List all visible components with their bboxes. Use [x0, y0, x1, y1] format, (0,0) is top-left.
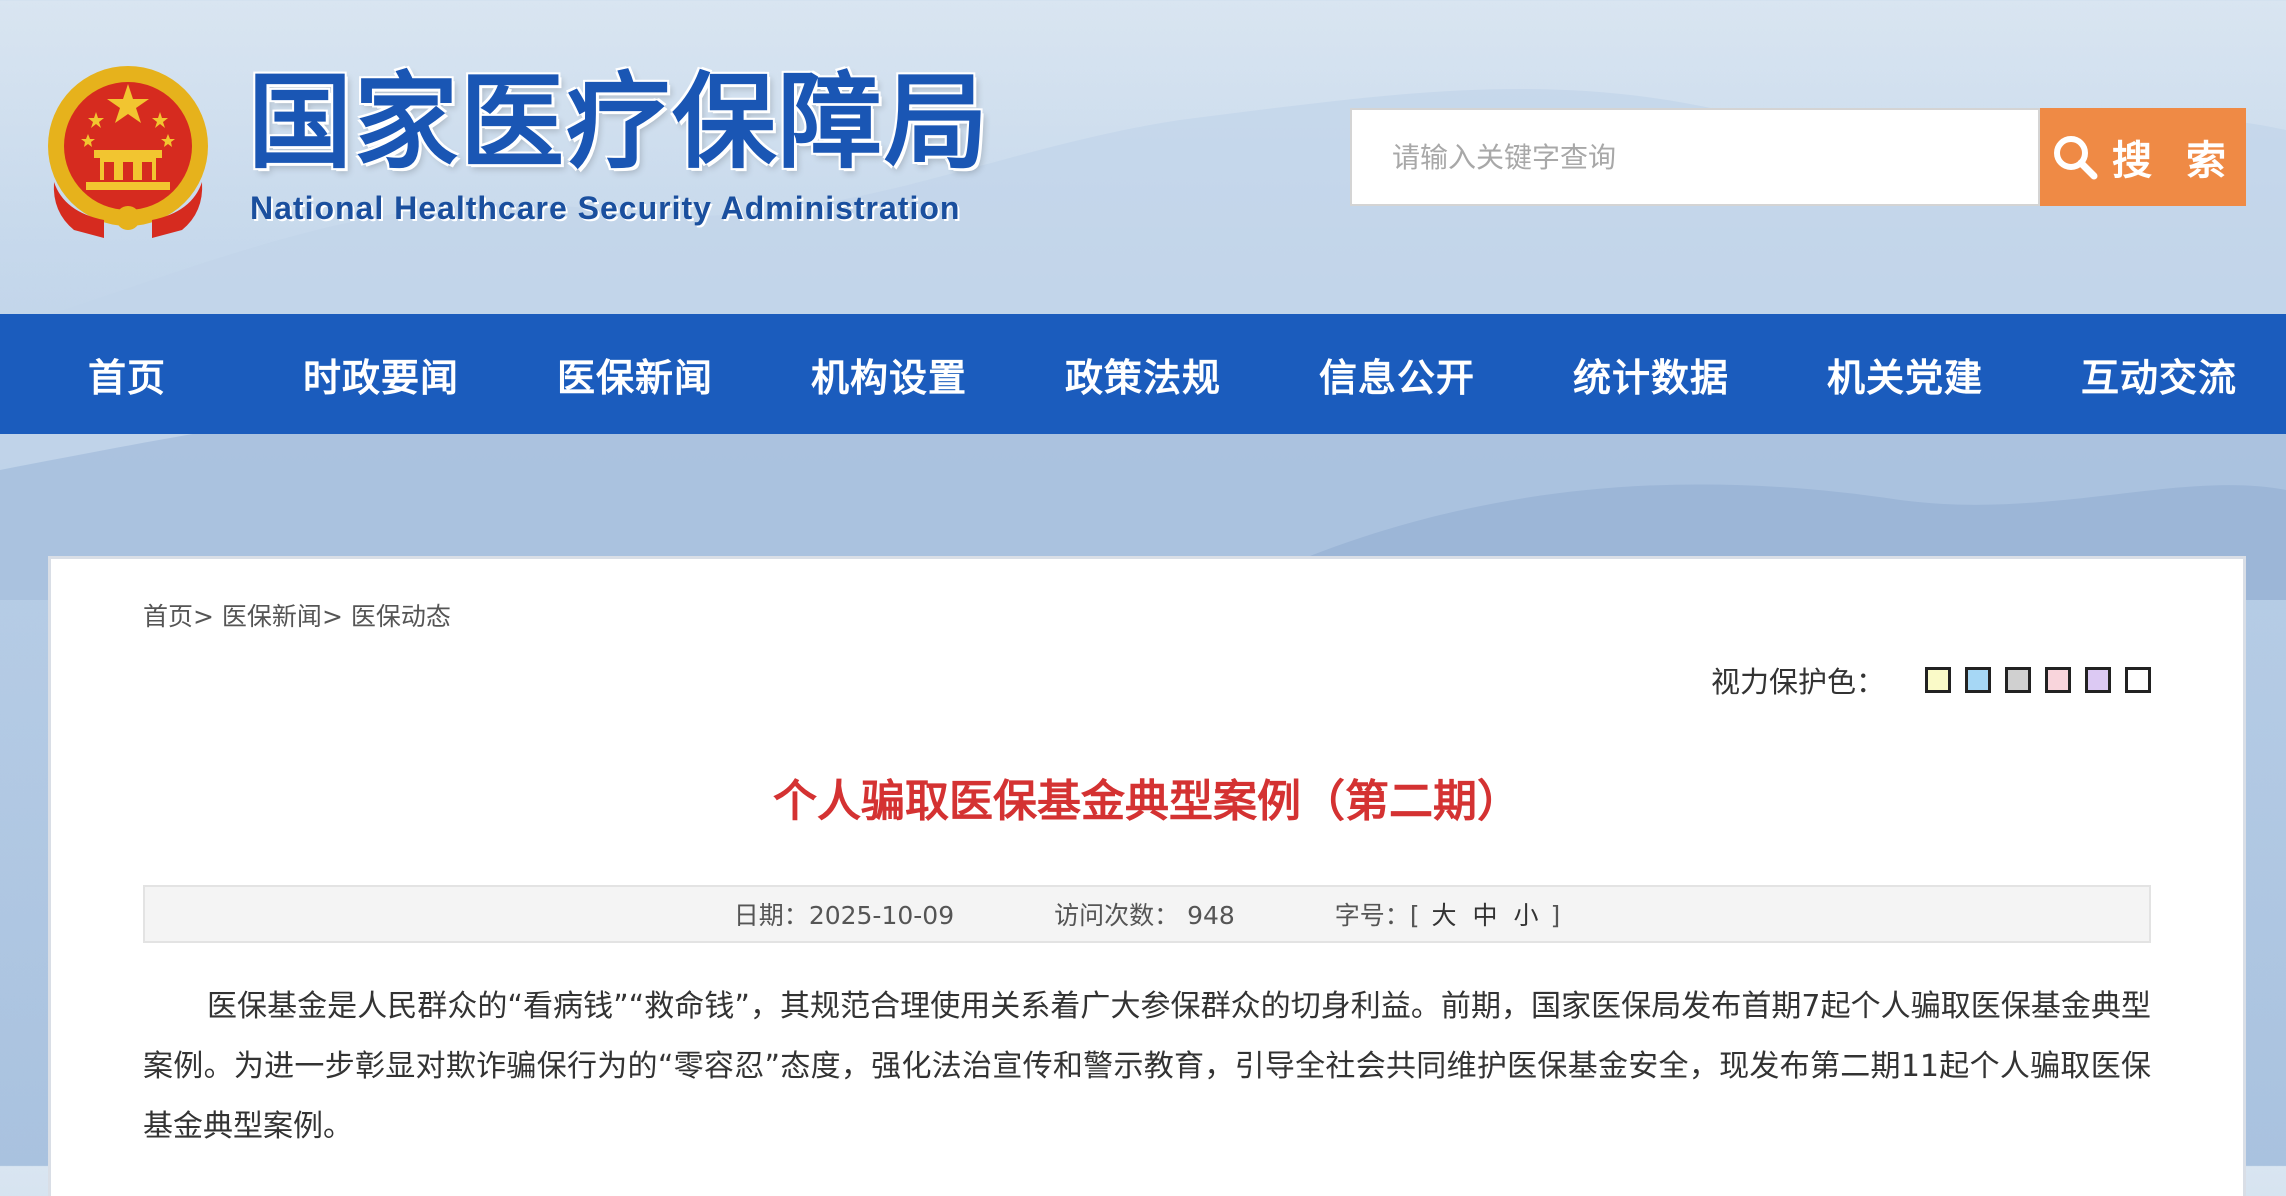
breadcrumb-home[interactable]: 首页	[143, 602, 193, 631]
font-size-large-button[interactable]: 大	[1432, 901, 1457, 930]
eye-care-swatch-gray[interactable]	[2005, 667, 2031, 693]
eye-care-swatch-white[interactable]	[2125, 667, 2151, 693]
article-date: 日期：2025-10-09	[734, 896, 954, 932]
breadcrumb-healthcare-news[interactable]: 医保新闻	[222, 602, 322, 631]
eye-care-colors: 视力保护色：	[1711, 659, 2151, 701]
breadcrumb-separator: >	[321, 602, 343, 631]
date-label: 日期：	[733, 901, 809, 930]
search-button[interactable]: 搜 索	[2040, 108, 2246, 206]
eye-care-swatch-purple[interactable]	[2085, 667, 2111, 693]
nav-item-statistics[interactable]: 统计数据	[1524, 314, 1778, 434]
nav-item-current-affairs[interactable]: 时政要闻	[254, 314, 508, 434]
nav-item-healthcare-news[interactable]: 医保新闻	[508, 314, 762, 434]
date-value: 2025-10-09	[808, 901, 955, 930]
national-emblem-icon[interactable]	[44, 62, 212, 240]
nav-item-home[interactable]: 首页	[0, 314, 254, 434]
font-size-open-bracket: [	[1409, 901, 1420, 930]
search-icon	[2054, 136, 2098, 180]
site-title[interactable]: 国家医疗保障局	[248, 70, 990, 174]
eye-care-label: 视力保护色：	[1710, 665, 1885, 699]
breadcrumb-separator: >	[193, 602, 214, 631]
article-visits: 访问次数： 948	[1054, 896, 1235, 932]
eye-care-swatch-blue[interactable]	[1965, 667, 1991, 693]
visits-label: 访问次数：	[1054, 901, 1180, 930]
visits-value: 948	[1187, 901, 1235, 930]
search-box	[1350, 108, 2040, 206]
breadcrumb-healthcare-updates[interactable]: 医保动态	[351, 602, 451, 631]
nav-item-organization[interactable]: 机构设置	[762, 314, 1016, 434]
search-button-label: 搜 索	[2112, 138, 2236, 184]
site-subtitle: National Healthcare Security Administrat…	[250, 190, 961, 226]
search-input[interactable]	[1390, 109, 2038, 205]
article-body: 医保基金是人民群众的“看病钱”“救命钱”，其规范合理使用关系着广大参保群众的切身…	[143, 989, 2151, 1144]
font-size-small-button[interactable]: 小	[1513, 901, 1538, 930]
site-header: 国家医疗保障局 National Healthcare Security Adm…	[0, 0, 2286, 314]
nav-item-interaction[interactable]: 互动交流	[2032, 314, 2286, 434]
article-card: 首页> 医保新闻> 医保动态 视力保护色： 个人骗取医保基金典型案例（第二期） …	[48, 556, 2246, 1196]
font-size-medium-button[interactable]: 中	[1473, 901, 1498, 930]
article-meta-bar: 日期：2025-10-09 访问次数： 948 字号：[ 大 中 小 ]	[143, 885, 2151, 943]
nav-item-info-disclosure[interactable]: 信息公开	[1270, 314, 1524, 434]
main-nav: 首页 时政要闻 医保新闻 机构设置 政策法规 信息公开 统计数据 机关党建 互动…	[0, 314, 2286, 434]
eye-care-swatch-pink[interactable]	[2045, 667, 2071, 693]
font-size-control: 字号：[ 大 中 小 ]	[1335, 896, 1560, 932]
nav-item-policies[interactable]: 政策法规	[1016, 314, 1270, 434]
eye-care-swatch-yellow[interactable]	[1925, 667, 1951, 693]
font-size-label: 字号：	[1334, 901, 1410, 930]
font-size-close-bracket: ]	[1550, 901, 1561, 930]
nav-item-party-building[interactable]: 机关党建	[1778, 314, 2032, 434]
article-title: 个人骗取医保基金典型案例（第二期）	[773, 776, 1521, 827]
breadcrumb: 首页> 医保新闻> 医保动态	[143, 597, 451, 633]
